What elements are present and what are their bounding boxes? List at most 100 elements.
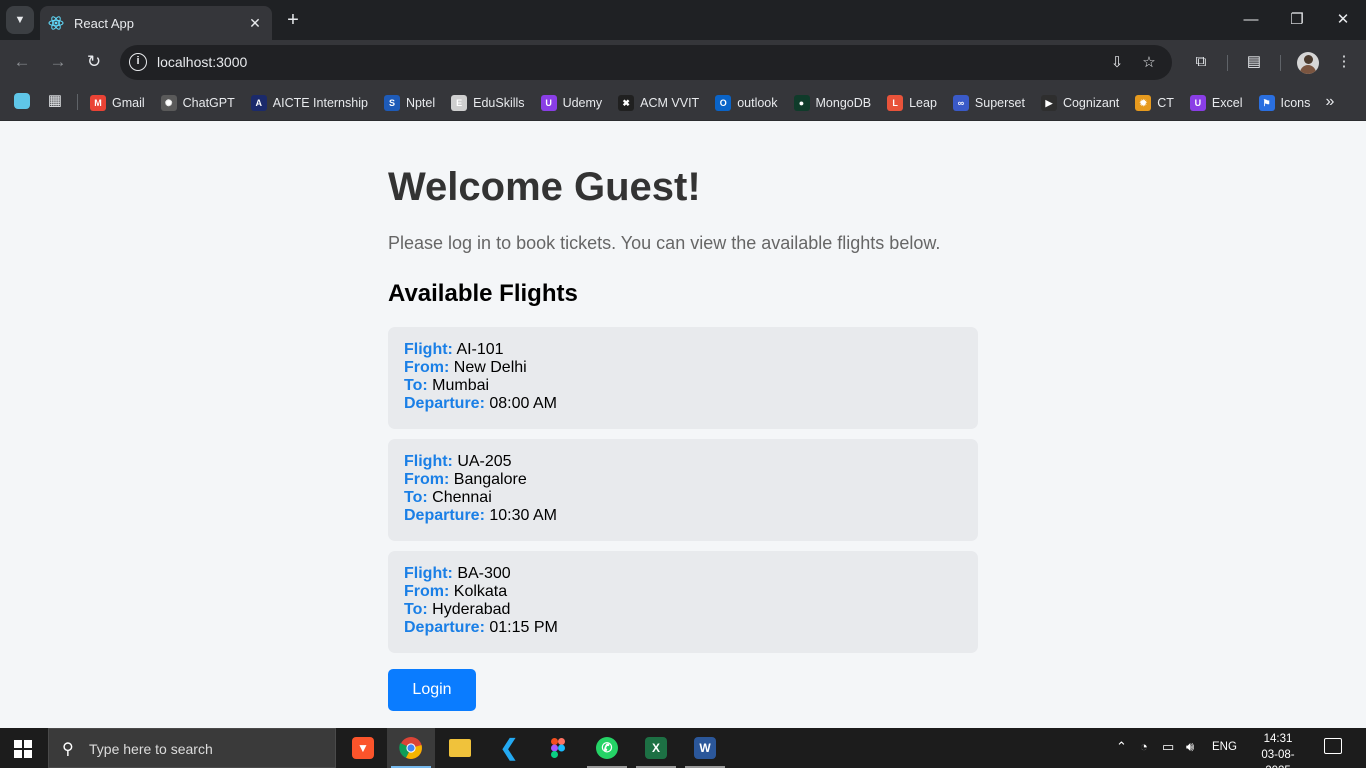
restore-icon[interactable]: ❐	[1282, 8, 1312, 32]
window-close-icon[interactable]: ✕	[1328, 8, 1358, 32]
excel-icon: X	[645, 737, 667, 759]
tab-title: React App	[74, 15, 134, 31]
to-row: To: Chennai	[404, 489, 962, 507]
url-text[interactable]: localhost:3000	[157, 54, 247, 70]
bookmark-label: EduSkills	[473, 96, 525, 110]
chatgpt-icon: ✺	[160, 95, 177, 111]
superset-icon: ∞	[952, 95, 969, 111]
aicte-icon: A	[250, 95, 267, 111]
flight-row: Flight: UA-205	[404, 453, 962, 471]
to-city: Hyderabad	[432, 601, 511, 618]
bookmark-label: Gmail	[112, 96, 145, 110]
forward-arrow-icon[interactable]: →	[46, 50, 70, 74]
flight-number: BA-300	[457, 565, 511, 582]
bookmark-label: CT	[1157, 96, 1174, 110]
bookmark-item[interactable]: U Udemy	[540, 95, 603, 111]
address-bar[interactable]: i localhost:3000 ⇩ ☆	[120, 45, 1172, 80]
departure-time: 08:00 AM	[489, 395, 557, 412]
flight-row: Flight: BA-300	[404, 565, 962, 583]
notification-center-icon[interactable]	[1324, 738, 1342, 754]
show-hidden-icons-chevron-icon[interactable]: ⌃	[1116, 739, 1127, 755]
bookmark-star-icon[interactable]: ☆	[1139, 53, 1159, 73]
bookmark-item[interactable]: ∞ Superset	[952, 95, 1025, 111]
bookmark-label: outlook	[737, 96, 778, 110]
install-app-icon[interactable]: ⇩	[1107, 53, 1127, 73]
udemy-icon: U	[540, 95, 557, 111]
taskbar-vscode[interactable]: ❮	[485, 728, 533, 768]
departure-row: Departure: 01:15 PM	[404, 619, 962, 637]
bookmark-label: ACM VVIT	[640, 96, 700, 110]
bookmark-item[interactable]: ▶ Cognizant	[1040, 95, 1119, 111]
mongodb-icon: ●	[793, 95, 810, 111]
taskbar-figma[interactable]	[534, 728, 582, 768]
tab-search-chevron-icon[interactable]: ▼	[6, 6, 34, 34]
taskbar-chrome[interactable]	[387, 728, 435, 768]
taskbar-whatsapp[interactable]: ✆	[583, 728, 631, 768]
bookmark-item[interactable]: M Gmail	[90, 95, 145, 111]
more-bookmarks-chevron-icon[interactable]: »	[1320, 92, 1340, 112]
word-icon: W	[694, 737, 716, 759]
taskbar-word[interactable]: W	[681, 728, 729, 768]
bookmark-label: Leap	[909, 96, 937, 110]
bookmark-item[interactable]: ✺ ChatGPT	[160, 95, 235, 111]
browser-tab-bar: ▼ React App ✕ + — ❐ ✕	[0, 0, 1366, 40]
bookmark-label: Superset	[974, 96, 1025, 110]
clock-time: 14:31	[1263, 733, 1293, 745]
bookmark-label: Udemy	[562, 96, 603, 110]
from-label: From:	[404, 471, 450, 488]
bookmark-item[interactable]: S Nptel	[383, 95, 435, 111]
new-tab-button[interactable]: +	[282, 8, 304, 32]
wifi-icon[interactable]: ◔	[1140, 739, 1148, 754]
reload-icon[interactable]: ↻	[82, 50, 106, 74]
bookmark-item[interactable]: U Excel	[1189, 95, 1243, 111]
menu-kebab-icon[interactable]: ⋮	[1333, 51, 1355, 73]
from-city: Bangalore	[453, 471, 527, 488]
to-row: To: Mumbai	[404, 377, 962, 395]
bookmark-list: M Gmail ✺ ChatGPT A AICTE Internship S Nptel E Ed…	[90, 85, 1326, 121]
profile-avatar[interactable]	[1297, 52, 1319, 74]
toolbar-divider	[1280, 55, 1281, 71]
extensions-puzzle-icon[interactable]: ⧉	[1190, 51, 1212, 73]
ct-icon: ✹	[1135, 95, 1152, 111]
taskbar-search-box[interactable]: ⚲ Type here to search	[48, 728, 336, 768]
bookmark-label: Icons	[1280, 96, 1311, 110]
departure-label: Departure:	[404, 395, 485, 412]
from-row: From: Bangalore	[404, 471, 962, 489]
bookmark-item[interactable]: ✹ CT	[1135, 95, 1174, 111]
taskbar-excel[interactable]: X	[632, 728, 680, 768]
volume-icon[interactable]: 🔊︎	[1186, 739, 1194, 755]
windows-start-icon[interactable]	[14, 740, 32, 758]
tab-close-icon[interactable]: ✕	[246, 15, 264, 32]
taskbar-brave[interactable]: ▼	[339, 728, 387, 768]
departure-label: Departure:	[404, 619, 485, 636]
apps-grid-icon[interactable]: ▦	[46, 92, 64, 110]
folder-icon	[449, 739, 471, 757]
from-label: From:	[404, 359, 450, 376]
bookmark-item[interactable]: E EduSkills	[451, 95, 525, 111]
departure-time: 10:30 AM	[489, 507, 557, 524]
bookmark-item[interactable]: Ooutlook	[715, 95, 778, 111]
battery-icon[interactable]: ▭	[1162, 739, 1174, 755]
to-label: To:	[404, 489, 428, 506]
bookmark-item[interactable]: A AICTE Internship	[250, 95, 368, 111]
bookmark-item[interactable]: L Leap	[887, 95, 937, 111]
app-launcher-icon[interactable]	[14, 93, 30, 109]
windows-taskbar: ⚲ Type here to search ▼ ❮ ✆ X W ⌃ ◔ ▭ 🔊︎…	[0, 728, 1366, 768]
site-info-icon[interactable]: i	[129, 53, 147, 71]
side-panel-icon[interactable]: ▤	[1243, 51, 1265, 73]
minimize-icon[interactable]: —	[1236, 8, 1266, 32]
from-label: From:	[404, 583, 450, 600]
intro-text: Please log in to book tickets. You can v…	[388, 233, 941, 253]
browser-tab-active[interactable]: React App ✕	[40, 6, 272, 40]
login-button[interactable]: Login	[388, 669, 476, 711]
bookmark-item[interactable]: ● MongoDB	[793, 95, 871, 111]
bookmark-item[interactable]: ✖ ACM VVIT	[618, 95, 699, 111]
from-city: Kolkata	[453, 583, 508, 600]
taskbar-file-explorer[interactable]	[436, 728, 484, 768]
leap-icon: L	[887, 95, 904, 111]
language-indicator[interactable]: ENG	[1212, 741, 1237, 753]
taskbar-clock[interactable]: 14:31 03-08-2025	[1250, 731, 1306, 768]
bookmark-item[interactable]: ⚑ Icons	[1258, 95, 1311, 111]
cognizant-icon: ▶	[1040, 95, 1057, 111]
back-arrow-icon[interactable]: ←	[10, 50, 34, 74]
